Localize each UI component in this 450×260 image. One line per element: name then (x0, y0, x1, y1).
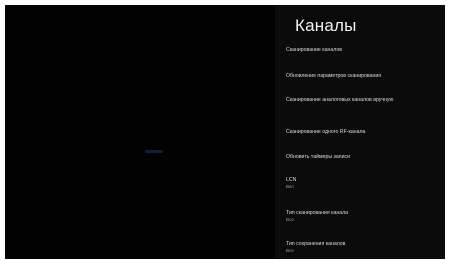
menu-item-label: Сканирование одного RF-канала (286, 129, 366, 135)
menu-item-label: Обновить таймеры записи (286, 154, 350, 160)
video-preview-area (5, 5, 275, 259)
menu-item-manual-analog-scan[interactable]: Сканирование аналоговых каналов вручную (286, 97, 441, 104)
menu-item-value: Вкл (286, 184, 294, 189)
menu-item-label: Тип сохранения каналов (286, 241, 346, 247)
menu-item-label: Сканирование аналоговых каналов вручную (286, 97, 394, 103)
menu-item-lcn[interactable]: LCN Вкл (286, 177, 441, 190)
menu-item-update-record-timers[interactable]: Обновить таймеры записи (286, 154, 441, 161)
menu-item-label: LCN (286, 177, 297, 183)
menu-item-label: Тип сканирования канала (286, 210, 349, 216)
menu-item-channel-scan[interactable]: Сканирование каналов (286, 47, 441, 54)
menu-item-single-rf-scan[interactable]: Сканирование одного RF-канала (286, 129, 441, 136)
tv-screen: Каналы Сканирование каналов Обновление п… (5, 5, 445, 259)
menu-item-value: Все (286, 248, 294, 253)
channels-settings-panel: Каналы Сканирование каналов Обновление п… (275, 5, 445, 259)
menu-item-label: Сканирование каналов (286, 47, 342, 53)
menu-item-label: Обновление параметров сканирования (286, 73, 382, 79)
menu-item-scan-type[interactable]: Тип сканирования канала Все (286, 210, 441, 223)
panel-title: Каналы (295, 16, 357, 35)
menu-item-value: Все (286, 217, 294, 222)
menu-item-store-type[interactable]: Тип сохранения каналов Все (286, 241, 441, 254)
preview-light-mark (145, 150, 163, 153)
menu-item-update-scan[interactable]: Обновление параметров сканирования (286, 73, 441, 80)
